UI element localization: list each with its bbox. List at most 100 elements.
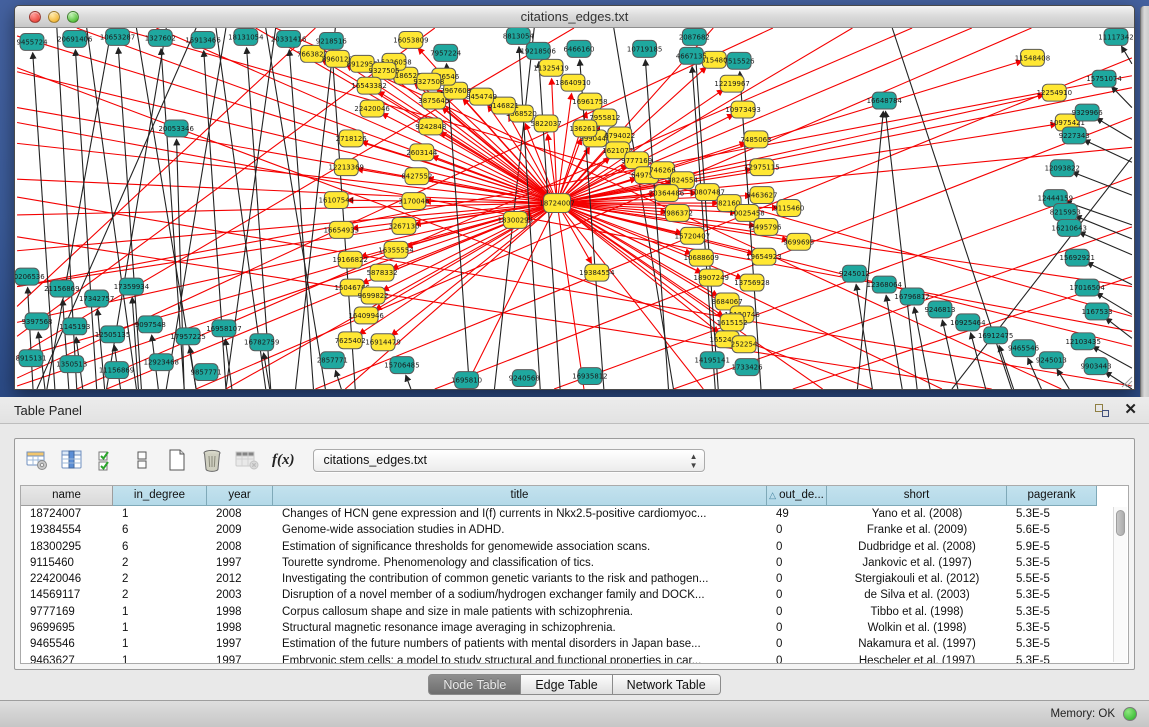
table-row[interactable]: 911546021997Tourette syndrome. Phenomeno… bbox=[21, 555, 1128, 571]
graph-node[interactable]: 9699822 bbox=[358, 287, 389, 304]
graph-node[interactable]: 8813054 bbox=[503, 28, 535, 44]
graph-node[interactable]: 9857771 bbox=[191, 364, 222, 381]
tab-node-table[interactable]: Node Table bbox=[428, 674, 521, 695]
graph-node[interactable]: 9329966 bbox=[1072, 104, 1103, 121]
vertical-scrollbar[interactable] bbox=[1113, 507, 1127, 662]
graph-node[interactable]: 9455724 bbox=[17, 33, 49, 50]
graph-node[interactable]: 7625402 bbox=[335, 332, 366, 349]
citation-edge[interactable] bbox=[17, 76, 1132, 287]
tab-edge-table[interactable]: Edge Table bbox=[521, 674, 612, 695]
rows-icon[interactable] bbox=[129, 447, 155, 473]
table-row[interactable]: 1872400712008Changes of HCN gene express… bbox=[21, 506, 1128, 522]
graph-node[interactable]: 9327508 bbox=[413, 73, 444, 90]
graph-node[interactable]: 12368064 bbox=[867, 276, 903, 293]
graph-node[interactable]: 20331416 bbox=[271, 30, 306, 47]
graph-node[interactable]: 10653287 bbox=[100, 28, 135, 45]
graph-node[interactable]: 9463627 bbox=[746, 187, 777, 204]
graph-node[interactable]: 10719185 bbox=[627, 40, 662, 57]
citation-edge[interactable] bbox=[1073, 172, 1132, 195]
close-panel-icon[interactable]: ✕ bbox=[1124, 400, 1137, 418]
graph-node[interactable]: 11117342 bbox=[1098, 28, 1133, 45]
column-header-title[interactable]: title bbox=[273, 486, 767, 506]
graph-node[interactable]: 2857771 bbox=[317, 352, 348, 369]
graph-node[interactable]: 13756928 bbox=[734, 274, 769, 291]
graph-node[interactable]: 12254910 bbox=[1037, 84, 1072, 101]
graph-node[interactable]: 12213369 bbox=[329, 159, 364, 176]
citation-edge[interactable] bbox=[1057, 369, 1069, 389]
graph-node[interactable]: 9397568 bbox=[21, 313, 52, 330]
citation-edge[interactable] bbox=[17, 122, 1132, 331]
citation-edge[interactable] bbox=[17, 28, 315, 306]
graph-node[interactable]: 10688609 bbox=[684, 249, 719, 266]
graph-node[interactable]: 12219967 bbox=[714, 75, 749, 92]
citation-edge[interactable] bbox=[156, 28, 557, 203]
graph-node[interactable]: 8215953 bbox=[1050, 204, 1081, 221]
network-canvas[interactable]: 1872400718300295193845549990444679402216… bbox=[15, 28, 1134, 389]
table-row[interactable]: 969969511998Structural magnetic resonanc… bbox=[21, 620, 1128, 636]
graph-node[interactable]: 16914479 bbox=[365, 334, 400, 351]
graph-node[interactable]: 6466160 bbox=[563, 40, 594, 57]
tab-network-table[interactable]: Network Table bbox=[613, 674, 721, 695]
graph-node[interactable]: 6794022 bbox=[604, 127, 635, 144]
graph-node[interactable]: 16543382 bbox=[351, 77, 386, 94]
graph-node[interactable]: 7515526 bbox=[724, 52, 755, 69]
graph-node[interactable]: 9245013 bbox=[1036, 352, 1067, 369]
graph-node[interactable]: 7957224 bbox=[430, 44, 462, 61]
graph-node[interactable]: 15751074 bbox=[1086, 70, 1122, 87]
graph-node[interactable]: 7485063 bbox=[741, 131, 772, 148]
table-row[interactable]: 977716911998Corpus callosum shape and si… bbox=[21, 604, 1128, 620]
graph-node[interactable]: 2603144 bbox=[406, 144, 438, 161]
citation-edge[interactable] bbox=[33, 53, 55, 389]
graph-node[interactable]: 16053809 bbox=[393, 31, 428, 48]
column-visibility-icon[interactable] bbox=[59, 447, 85, 473]
graph-node[interactable]: 1733426 bbox=[732, 359, 763, 376]
row-select-icon[interactable] bbox=[94, 447, 120, 473]
graph-node[interactable]: 12923468 bbox=[144, 354, 179, 371]
citation-edge[interactable] bbox=[117, 28, 1132, 316]
graph-node[interactable]: 1327602 bbox=[145, 29, 176, 46]
table-row[interactable]: 1830029562008Estimation of significance … bbox=[21, 539, 1128, 555]
graph-node[interactable]: 2087682 bbox=[679, 28, 710, 45]
graph-node[interactable]: 252254 bbox=[731, 336, 758, 353]
citation-edge[interactable] bbox=[63, 299, 69, 389]
citation-edge[interactable] bbox=[465, 203, 557, 389]
graph-node[interactable]: 1615152 bbox=[717, 314, 748, 331]
graph-node[interactable]: 14195141 bbox=[695, 352, 730, 369]
graph-node[interactable]: 9777169 bbox=[621, 152, 652, 169]
graph-node[interactable]: 16912475 bbox=[978, 327, 1013, 344]
graph-node[interactable]: 9327505 bbox=[369, 62, 400, 79]
graph-node[interactable]: 1362615 bbox=[569, 120, 600, 137]
graph-node[interactable]: 12093822 bbox=[1045, 160, 1080, 177]
citation-edge[interactable] bbox=[132, 297, 138, 389]
graph-node[interactable]: 9246813 bbox=[924, 301, 955, 318]
citation-edge[interactable] bbox=[406, 375, 411, 389]
citation-edge[interactable] bbox=[557, 94, 571, 203]
graph-node[interactable]: 9242848 bbox=[415, 118, 446, 135]
table-row[interactable]: 2242004622012Investigating the contribut… bbox=[21, 571, 1128, 587]
column-header-name[interactable]: name bbox=[21, 486, 113, 506]
graph-node[interactable]: 10925464 bbox=[950, 314, 986, 331]
column-header-short[interactable]: short bbox=[827, 486, 1007, 506]
graph-node[interactable]: 3267130 bbox=[388, 217, 419, 234]
graph-node[interactable]: 12103435 bbox=[1065, 333, 1100, 350]
citation-edge[interactable] bbox=[204, 51, 226, 389]
citation-edge[interactable] bbox=[557, 88, 1132, 203]
network-view-window[interactable]: citations_edges.txt 18724007183002951938… bbox=[14, 5, 1135, 390]
graph-node[interactable]: 9097548 bbox=[135, 316, 166, 333]
column-header-pagerank[interactable]: pagerank bbox=[1007, 486, 1097, 506]
graph-node[interactable]: 18640910 bbox=[555, 74, 590, 91]
memory-status-icon[interactable] bbox=[1123, 707, 1137, 721]
table-row[interactable]: 1938455462009Genome-wide association stu… bbox=[21, 522, 1128, 538]
citation-edge[interactable] bbox=[336, 371, 342, 389]
graph-node[interactable]: 9903443 bbox=[1081, 358, 1112, 375]
graph-node[interactable]: 15913466 bbox=[185, 31, 220, 48]
graph-node[interactable]: 1167533 bbox=[1082, 303, 1113, 320]
graph-node[interactable]: 11548408 bbox=[1015, 49, 1050, 66]
graph-node[interactable]: 9218516 bbox=[316, 32, 347, 49]
graph-node[interactable]: 9240568 bbox=[509, 370, 540, 387]
new-table-icon[interactable] bbox=[164, 447, 190, 473]
graph-node[interactable]: 11156869 bbox=[99, 362, 134, 379]
table-row[interactable]: 946554611997Estimation of the future num… bbox=[21, 636, 1128, 652]
window-titlebar[interactable]: citations_edges.txt bbox=[15, 6, 1134, 28]
table-settings-icon[interactable] bbox=[24, 447, 50, 473]
